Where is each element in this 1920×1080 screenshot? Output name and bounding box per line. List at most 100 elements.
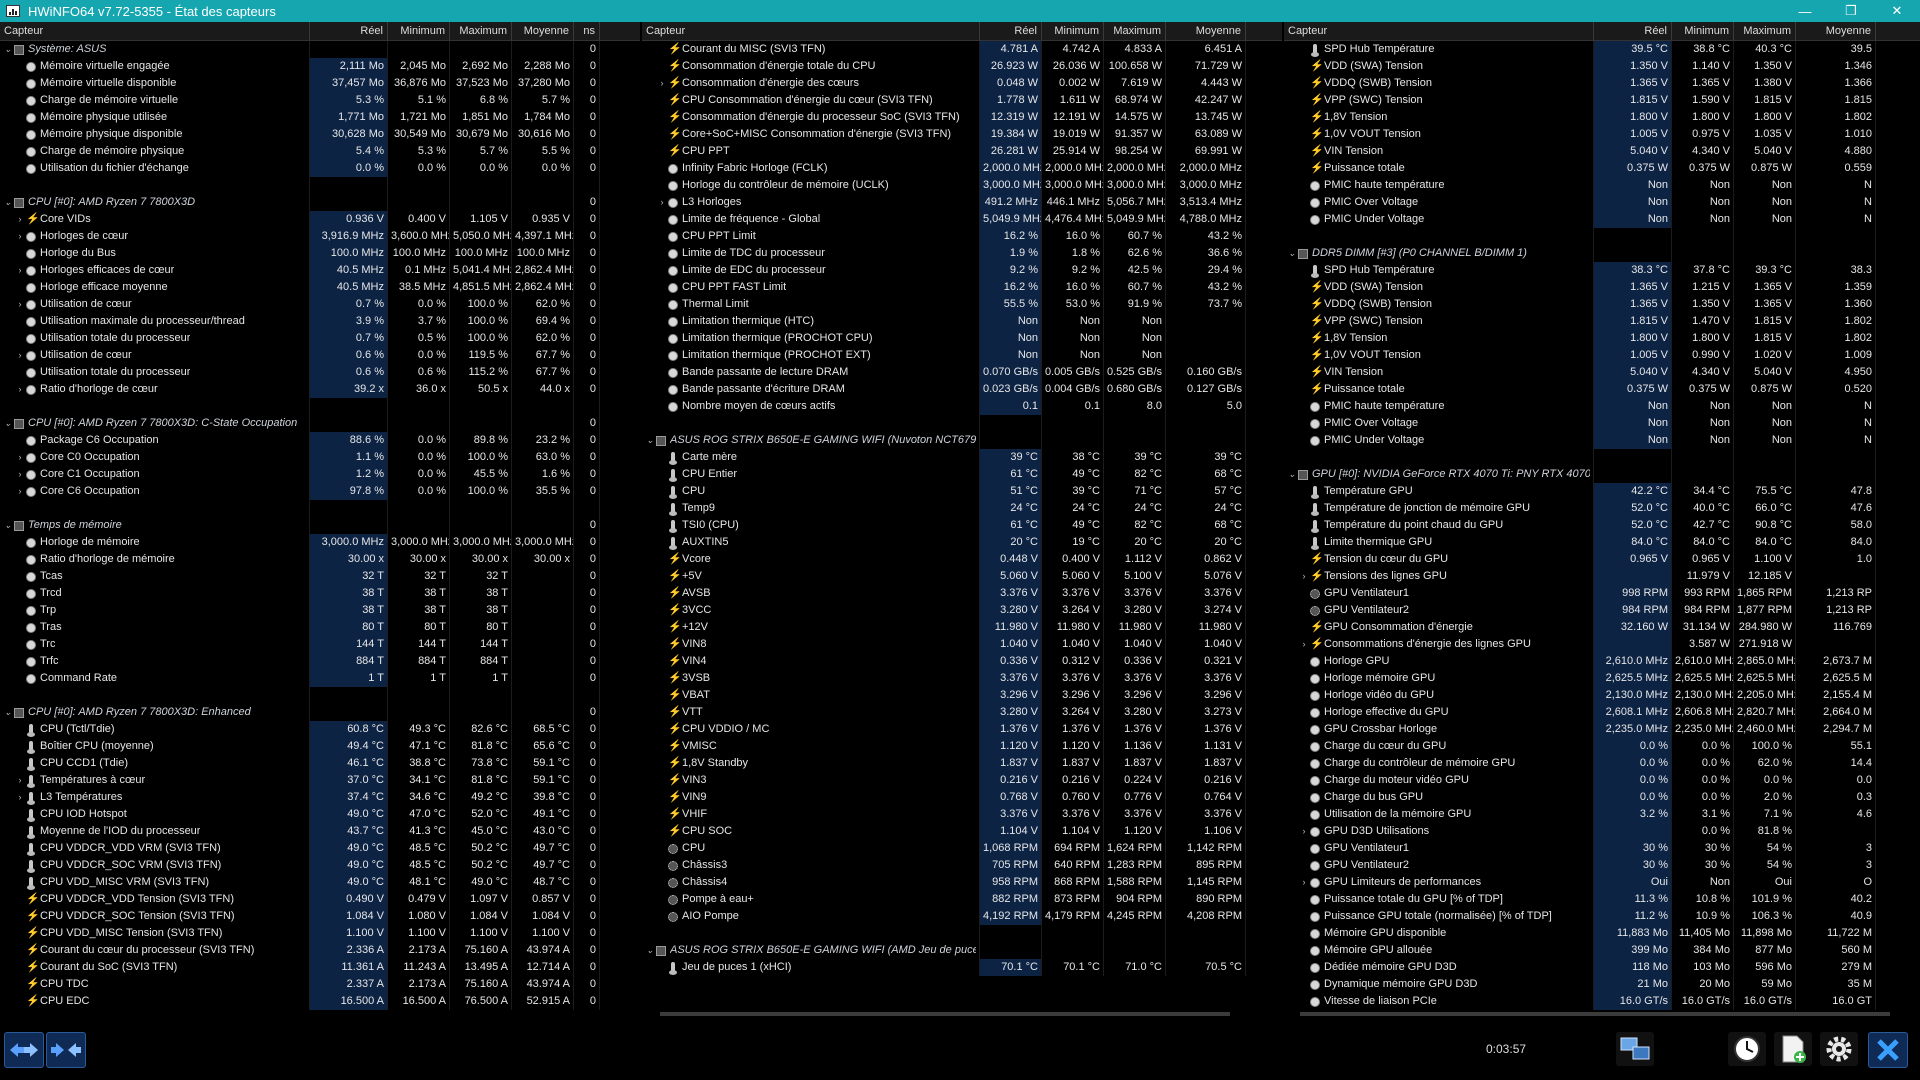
sensor-row[interactable]: GPU Ventilateur1 998 RPM 993 RPM 1,865 RPM 1… [1284,585,1920,602]
sensor-row[interactable]: Jeu de puces 1 (xHCI) 70.1 °C 70.1 °C 71.0 … [642,959,1282,976]
network-button[interactable] [1616,1032,1654,1066]
expand-icon[interactable]: › [14,483,26,500]
sensor-group-row[interactable]: ⌄ Système: ASUS 0 [0,41,640,58]
sensor-row[interactable]: › ⚡ Consommations d'énergie des lignes GPU… [1284,636,1920,653]
collapse-icon[interactable]: ⌄ [2,41,14,58]
sensor-row[interactable]: CPU IOD Hotspot 49.0 °C 47.0 °C 52.0 °C 49.1… [0,806,640,823]
sensor-row[interactable]: Bande passante d'écriture DRAM 0.023 GB/s… [642,381,1282,398]
sensor-row[interactable]: ⚡ CPU PPT 26.281 W 25.914 W 98.254 W 69.991 W [642,143,1282,160]
sensor-row[interactable]: ⚡ Puissance totale 0.375 W 0.375 W 0.875 W 0.… [1284,160,1920,177]
sensor-row[interactable]: ⚡ 1,0V VOUT Tension 1.005 V 0.975 V 1.035 V1… [1284,126,1920,143]
sensor-row[interactable]: Ratio d'horloge de mémoire 30.00 x 30.00 x… [0,551,640,568]
sensor-row[interactable]: ⚡ Courant du MISC (SVI3 TFN) 4.781 A 4.742 … [642,41,1282,58]
sensor-row[interactable]: ⚡ Consommation d'énergie du processeur So… [642,109,1282,126]
sensor-row[interactable]: PMIC Over Voltage Non Non Non N [1284,415,1920,432]
sensor-row[interactable]: Pompe à eau+ 882 RPM 873 RPM 904 RPM 890 RPM [642,891,1282,908]
sensor-row[interactable]: › Horloges de cœur 3,916.9 MHz 3,600.0 MHz 5… [0,228,640,245]
sensor-row[interactable]: SPD Hub Température 39.5 °C 38.8 °C 40.3 °C… [1284,41,1920,58]
sensor-row[interactable]: Boîtier CPU (moyenne) 49.4 °C 47.1 °C 81.8 … [0,738,640,755]
col-header-min[interactable]: Minimum [388,22,450,40]
sensor-row[interactable]: CPU CCD1 (Tdie) 46.1 °C 38.8 °C 73.8 °C 59.1… [0,755,640,772]
sensor-row[interactable]: CPU VDD_MISC VRM (SVI3 TFN) 49.0 °C 48.1 °… [0,874,640,891]
sensor-row[interactable]: Horloge effective du GPU 2,608.1 MHz 2,606… [1284,704,1920,721]
sensor-row[interactable]: Charge de mémoire virtuelle 5.3 % 5.1 % 6.8… [0,92,640,109]
expand-icon[interactable]: › [14,789,26,806]
expand-icon[interactable]: › [14,211,26,228]
sensor-row[interactable]: CPU PPT FAST Limit 16.2 % 16.0 % 60.7 % 43.2… [642,279,1282,296]
navigate-collapse-button[interactable] [46,1032,86,1068]
expand-icon[interactable]: › [1298,568,1310,585]
expand-icon[interactable]: › [14,262,26,279]
sensor-row[interactable]: Package C6 Occupation 88.6 % 0.0 % 89.8 % 23… [0,432,640,449]
collapse-icon[interactable]: ⌄ [1286,245,1298,262]
sensor-row[interactable]: ⚡ Vcore 0.448 V 0.400 V 1.112 V 0.862 V [642,551,1282,568]
col-header-max[interactable]: Maximum [1104,22,1166,40]
sensor-row[interactable]: Trc 144 T 144 T 144 T0 [0,636,640,653]
col-header-sensor[interactable]: Capteur [0,22,310,40]
sensor-row[interactable]: CPU 1,068 RPM 694 RPM 1,624 RPM 1,142 RPM [642,840,1282,857]
sensor-row[interactable]: CPU VDDCR_SOC VRM (SVI3 TFN) 49.0 °C 48.5 … [0,857,640,874]
sensor-row[interactable]: Trfc 884 T 884 T 884 T0 [0,653,640,670]
sensor-row[interactable]: ⚡ VDDQ (SWB) Tension 1.365 V 1.365 V 1.380 V… [1284,75,1920,92]
sensor-row[interactable]: Charge de mémoire physique 5.4 % 5.3 % 5.7 … [0,143,640,160]
sensor-row[interactable]: Châssis4 958 RPM 868 RPM 1,588 RPM 1,145 RPM [642,874,1282,891]
sensor-row[interactable]: ⚡ Courant du cœur du processeur (SVI3 TFN… [0,942,640,959]
sensor-row[interactable]: › ⚡ Core VIDs 0.936 V 0.400 V 1.105 V 0.935 V0 [0,211,640,228]
sensor-row[interactable]: Charge du contrôleur de mémoire GPU 0.0 %… [1284,755,1920,772]
sensor-row[interactable]: Charge du moteur vidéo GPU 0.0 % 0.0 % 0.0 … [1284,772,1920,789]
sensor-row[interactable]: ⚡ VIN Tension 5.040 V 4.340 V 5.040 V 4.880 [1284,143,1920,160]
sensor-row[interactable]: ⚡ 3VSB 3.376 V 3.376 V 3.376 V 3.376 V [642,670,1282,687]
sensor-row[interactable]: AUXTIN5 20 °C 19 °C 20 °C 20 °C [642,534,1282,551]
expand-icon[interactable]: › [14,772,26,789]
sensor-row[interactable]: ⚡ AVSB 3.376 V 3.376 V 3.376 V 3.376 V [642,585,1282,602]
col-header-current[interactable]: Réel [310,22,388,40]
sensor-row[interactable]: ⚡ VMISC 1.120 V 1.120 V 1.136 V 1.131 V [642,738,1282,755]
sensor-row[interactable]: Trcd 38 T 38 T 38 T0 [0,585,640,602]
expand-icon[interactable]: › [14,381,26,398]
expand-icon[interactable]: › [1298,823,1310,840]
collapse-icon[interactable]: ⌄ [2,517,14,534]
sensor-group-row[interactable]: ⌄ CPU [#0]: AMD Ryzen 7 7800X3D: Enhanced… [0,704,640,721]
collapse-icon[interactable]: ⌄ [2,704,14,721]
sensor-row[interactable]: ⚡ Consommation d'énergie totale du CPU 26.… [642,58,1282,75]
sensor-row[interactable]: Puissance GPU totale (normalisée) [% of … [1284,908,1920,925]
sensor-row[interactable]: Limitation thermique (HTC) Non Non Non [642,313,1282,330]
sensor-row[interactable]: ⚡ Courant du SoC (SVI3 TFN) 11.361 A 11.243… [0,959,640,976]
sensor-row[interactable]: Mémoire virtuelle disponible 37,457 Mo 36,… [0,75,640,92]
sensor-row[interactable]: PMIC Under Voltage Non Non Non N [1284,211,1920,228]
collapse-icon[interactable]: ⌄ [644,432,656,449]
sensor-row[interactable]: Command Rate 1 T1 T1 T0 [0,670,640,687]
sensor-row[interactable]: ⚡ 3VCC 3.280 V 3.264 V 3.280 V 3.274 V [642,602,1282,619]
sensor-row[interactable]: ⚡ VIN3 0.216 V 0.216 V 0.224 V 0.216 V [642,772,1282,789]
col-header-min[interactable]: Minimum [1672,22,1734,40]
maximize-button[interactable]: ❐ [1828,0,1874,22]
sensor-row[interactable]: PMIC Over Voltage Non Non Non N [1284,194,1920,211]
horizontal-scrollbar[interactable] [660,1012,1230,1016]
sensor-row[interactable]: Trp 38 T 38 T 38 T0 [0,602,640,619]
col-header-sensor[interactable]: Capteur [642,22,980,40]
sensor-row[interactable]: CPU PPT Limit 16.2 % 16.0 % 60.7 % 43.2 % [642,228,1282,245]
expand-icon[interactable]: › [1298,636,1310,653]
collapse-icon[interactable]: ⌄ [644,942,656,959]
navigate-left-right-button[interactable] [4,1032,44,1068]
col-header-min[interactable]: Minimum [1042,22,1104,40]
sensor-row[interactable]: Horloge efficace moyenne 40.5 MHz 38.5 MHz… [0,279,640,296]
sensor-row[interactable]: Dédiée mémoire GPU D3D 118 Mo 103 Mo 596 Mo… [1284,959,1920,976]
sensor-row[interactable]: Horloge GPU 2,610.0 MHz 2,610.0 MHz 2,865.0… [1284,653,1920,670]
expand-icon[interactable]: › [14,347,26,364]
sensor-row[interactable]: CPU (Tctl/Tdie) 60.8 °C 49.3 °C 82.6 °C 68.5… [0,721,640,738]
close-sensors-button[interactable] [1868,1032,1908,1068]
sensor-row[interactable]: Mémoire virtuelle engagée 2,111 Mo 2,045 M… [0,58,640,75]
sensor-row[interactable]: Bande passante de lecture DRAM 0.070 GB/s… [642,364,1282,381]
sensor-row[interactable]: ⚡ VDD (SWA) Tension 1.350 V 1.140 V 1.350 V1… [1284,58,1920,75]
sensor-row[interactable]: Charge du bus GPU 0.0 % 0.0 % 2.0 % 0.3 [1284,789,1920,806]
sensor-row[interactable]: › GPU D3D Utilisations 0.0 % 81.8 % [1284,823,1920,840]
collapse-icon[interactable]: ⌄ [2,415,14,432]
sensor-row[interactable]: ⚡ VTT 3.280 V 3.264 V 3.280 V 3.273 V [642,704,1282,721]
sensor-row[interactable]: ⚡ +12V 11.980 V 11.980 V 11.980 V 11.980 V [642,619,1282,636]
sensor-row[interactable]: › Horloges efficaces de cœur 40.5 MHz 0.1 M… [0,262,640,279]
sensor-row[interactable]: › Core C1 Occupation 1.2 % 0.0 % 45.5 % 1.6 %… [0,466,640,483]
expand-icon[interactable]: › [14,228,26,245]
sensor-group-row[interactable]: ⌄ ASUS ROG STRIX B650E-E GAMING WIFI (AMD… [642,942,1282,959]
expand-icon[interactable]: › [656,75,668,92]
